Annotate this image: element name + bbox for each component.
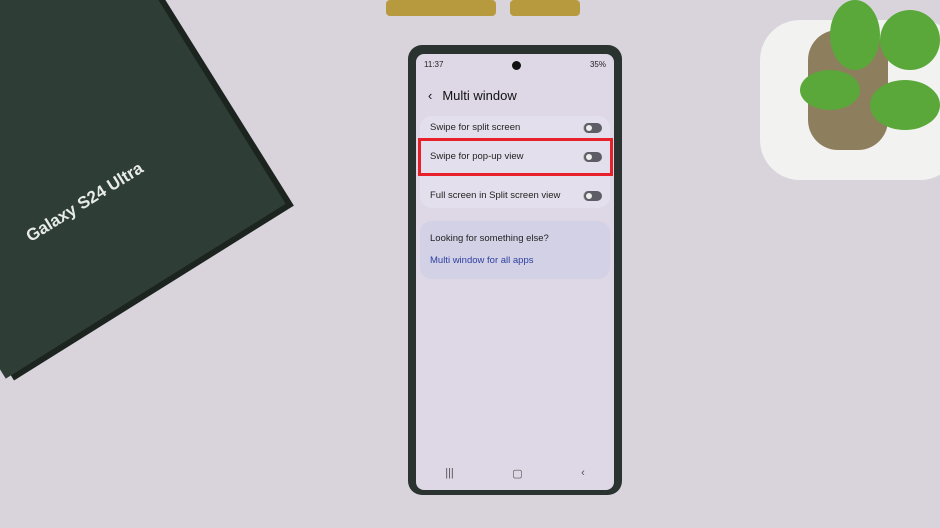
back-button[interactable]: ‹ [581, 467, 585, 480]
leaf [870, 80, 940, 130]
navigation-bar: ||| ▢ ‹ [416, 467, 614, 480]
chevron-left-icon[interactable]: ‹ [428, 88, 432, 103]
camera-cutout [512, 61, 521, 70]
recents-button[interactable]: ||| [445, 467, 454, 480]
home-button[interactable]: ▢ [512, 467, 522, 480]
status-time: 11:37 [424, 60, 444, 69]
page-title: Multi window [442, 88, 517, 103]
leaf [830, 0, 880, 70]
product-box [0, 0, 286, 379]
multi-window-all-apps-link[interactable]: Multi window for all apps [430, 255, 602, 266]
status-battery: 35% [589, 60, 606, 69]
setting-label: Full screen in Split screen view [430, 190, 561, 201]
suggestion-card [420, 221, 610, 279]
gold-connector [510, 0, 580, 16]
leaf [800, 70, 860, 110]
phone-screen: 11:37 35% ‹ Multi window Swipe for split… [416, 54, 614, 490]
highlight-box [418, 138, 613, 176]
toggle-full-screen-split[interactable] [583, 190, 602, 201]
page-header: ‹ Multi window [428, 88, 517, 103]
leaf [880, 10, 940, 70]
setting-label: Swipe for split screen [430, 122, 521, 133]
gold-connector [386, 0, 496, 16]
toggle-swipe-split-screen[interactable] [583, 122, 602, 133]
suggestion-title: Looking for something else? [430, 233, 549, 244]
setting-swipe-split-screen[interactable]: Swipe for split screen [430, 122, 602, 133]
setting-full-screen-split[interactable]: Full screen in Split screen view [430, 190, 602, 201]
